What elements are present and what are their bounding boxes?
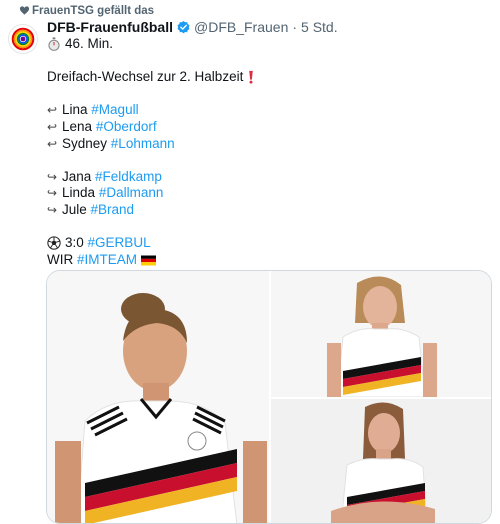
author-handle[interactable]: @DFB_Frauen <box>194 19 288 35</box>
player-out-name: Lena <box>62 118 93 134</box>
player-portrait-image <box>271 271 491 397</box>
sub-in-line: ↪ Jana #Feldkamp <box>47 169 487 186</box>
player-in-name: Jana <box>62 168 92 184</box>
hashtag-link[interactable]: #Magull <box>91 102 138 119</box>
player-in-name: Jule <box>62 201 87 217</box>
tweet-text: 46. Min. Dreifach-Wechsel zur 2. Halbzei… <box>47 36 487 268</box>
stopwatch-icon <box>48 37 60 52</box>
return-left-arrow-icon: ↩ <box>47 119 58 134</box>
sub-out-line: ↩ Lina #Magull <box>47 102 487 119</box>
player-out-name: Lina <box>62 102 88 118</box>
author-name[interactable]: DFB-Frauenfußball <box>47 19 173 35</box>
score-line: 3:0 #GERBUL <box>47 235 487 252</box>
heart-icon <box>19 6 30 15</box>
hook-right-arrow-icon: ↪ <box>47 169 58 184</box>
wir-line: WIR #IMTEAM <box>47 252 487 269</box>
germany-flag-icon <box>141 255 157 266</box>
hashtag-link[interactable]: #Brand <box>91 202 135 219</box>
media-grid <box>46 270 492 524</box>
wir-text: WIR <box>47 251 74 267</box>
player-portrait-image <box>271 399 491 523</box>
headline-line: Dreifach-Wechsel zur 2. Halbzeit <box>47 69 487 86</box>
headline-text: Dreifach-Wechsel zur 2. Halbzeit <box>47 69 244 85</box>
sub-out-line: ↩ Sydney #Lohmann <box>47 136 487 153</box>
hook-right-arrow-icon: ↪ <box>47 202 58 217</box>
hashtag-link[interactable]: #Feldkamp <box>95 169 162 186</box>
verified-badge-icon <box>177 20 190 33</box>
sub-in-line: ↪ Jule #Brand <box>47 202 487 219</box>
hashtag-link[interactable]: #Dallmann <box>99 185 164 202</box>
sub-in-line: ↪ Linda #Dallmann <box>47 185 487 202</box>
player-in-name: Linda <box>62 185 96 201</box>
social-context[interactable]: FrauenTSG gefällt das <box>19 4 155 18</box>
player-out-name: Sydney <box>62 135 108 151</box>
dfb-logo-icon <box>9 25 37 53</box>
sub-out-line: ↩ Lena #Oberdorf <box>47 119 487 136</box>
score-text: 3:0 <box>65 235 84 251</box>
hashtag-link[interactable]: #Lohmann <box>111 136 175 153</box>
return-left-arrow-icon: ↩ <box>47 103 58 118</box>
hashtag-link[interactable]: #GERBUL <box>88 235 151 252</box>
header-separator: · <box>292 19 298 35</box>
hook-right-arrow-icon: ↪ <box>47 186 58 201</box>
minute-text: 46. Min. <box>65 36 114 51</box>
player-portrait-image <box>47 271 269 523</box>
hashtag-link[interactable]: #IMTEAM <box>77 252 137 269</box>
tweet-header: DFB-Frauenfußball @DFB_Frauen · 5 Std. <box>47 18 338 36</box>
tweet-timestamp[interactable]: 5 Std. <box>301 19 338 35</box>
red-exclamation-icon <box>249 71 254 85</box>
player-photo-large[interactable] <box>47 271 269 523</box>
hashtag-link[interactable]: #Oberdorf <box>96 119 157 136</box>
player-photo-top-right[interactable] <box>271 271 491 397</box>
minute-line: 46. Min. <box>47 36 487 53</box>
return-left-arrow-icon: ↩ <box>47 136 58 151</box>
player-photo-bottom-right[interactable] <box>271 399 491 523</box>
soccer-ball-icon <box>47 236 61 251</box>
avatar[interactable] <box>8 24 38 54</box>
social-context-label: FrauenTSG gefällt das <box>32 5 155 17</box>
